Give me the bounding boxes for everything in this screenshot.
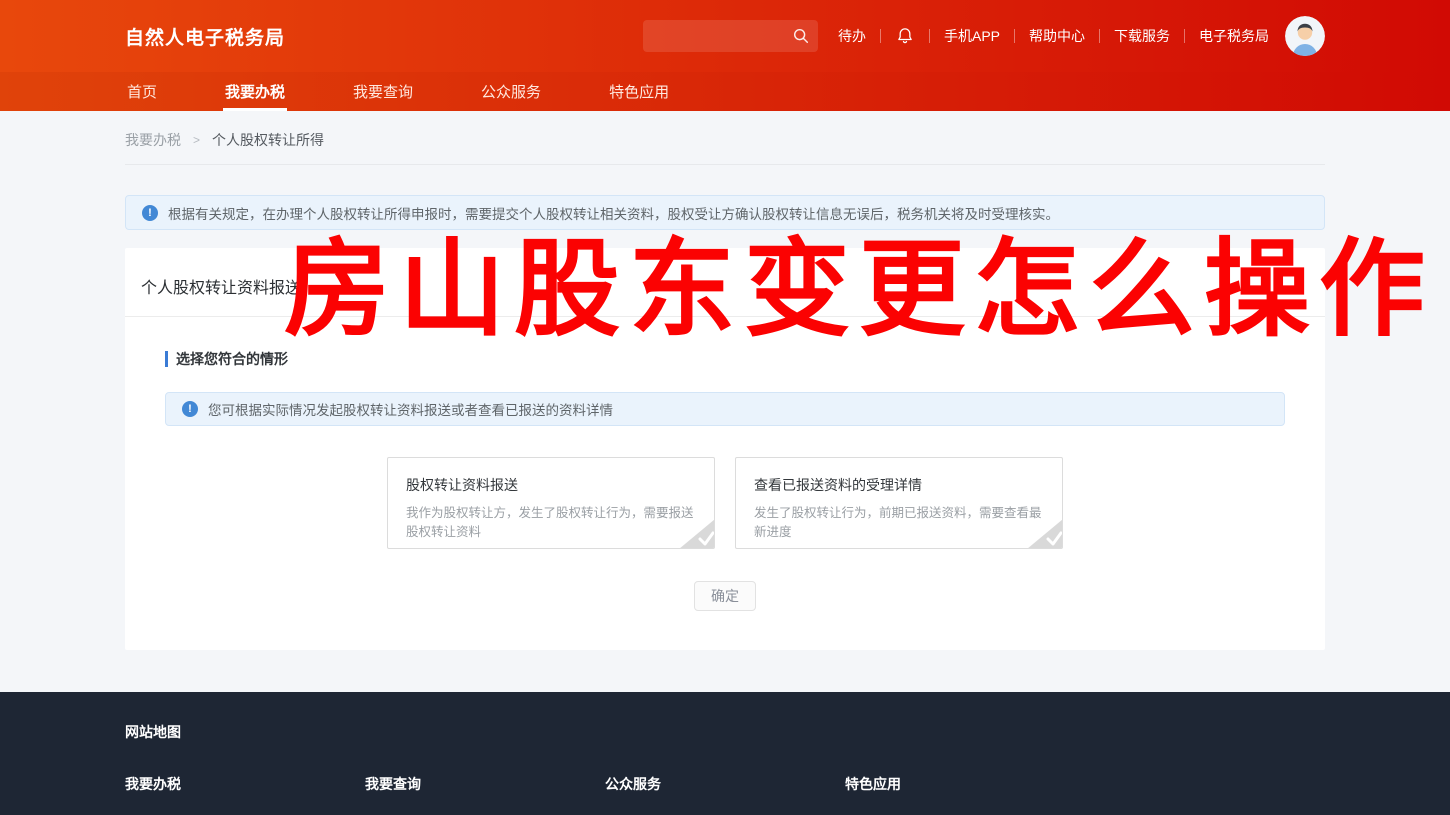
download-service-link[interactable]: 下载服务 <box>1114 26 1170 46</box>
section-label: 选择您符合的情形 <box>165 349 1285 369</box>
option-card-submit[interactable]: 股权转让资料报送 我作为股权转让方，发生了股权转让行为，需要报送股权转让资料 <box>387 457 715 549</box>
notice-banner: ! 根据有关规定，在办理个人股权转让所得申报时，需要提交个人股权转让相关资料，股… <box>125 195 1325 230</box>
content-area: 我要办税 > 个人股权转让所得 ! 根据有关规定，在办理个人股权转让所得申报时，… <box>125 111 1325 650</box>
header: 自然人电子税务局 待办 手机APP 帮助中心 <box>0 0 1450 72</box>
menu-divider <box>1014 29 1015 43</box>
check-icon <box>1027 519 1063 549</box>
menu-divider <box>1099 29 1100 43</box>
footer-column-header[interactable]: 特色应用 <box>845 774 1085 794</box>
bell-icon[interactable] <box>895 26 915 46</box>
footer-column-header[interactable]: 我要办税 <box>125 774 365 794</box>
footer: 网站地图 我要办税 专项附加扣除填报 我要查询 申报信息查询 公众服务 票证查验… <box>0 692 1450 815</box>
tab-tax-handling[interactable]: 我要办税 <box>223 72 287 111</box>
menu-divider <box>929 29 930 43</box>
info-icon: ! <box>182 401 198 417</box>
search-icon[interactable] <box>792 27 810 45</box>
option-card-view-progress[interactable]: 查看已报送资料的受理详情 发生了股权转让行为，前期已报送资料，需要查看最新进度 <box>735 457 1063 549</box>
footer-column: 我要办税 专项附加扣除填报 <box>125 774 365 815</box>
menu-divider <box>880 29 881 43</box>
main-card: 个人股权转让资料报送 选择您符合的情形 ! 您可根据实际情况发起股权转让资料报送… <box>125 248 1325 650</box>
search-box[interactable] <box>643 20 818 52</box>
card-title: 个人股权转让资料报送 <box>141 274 1309 298</box>
tab-home[interactable]: 首页 <box>125 72 159 111</box>
etax-bureau-link[interactable]: 电子税务局 <box>1199 26 1269 46</box>
menu-divider <box>1184 29 1185 43</box>
search-input[interactable] <box>653 29 792 44</box>
breadcrumb: 我要办税 > 个人股权转让所得 <box>125 111 1325 165</box>
tab-public-service[interactable]: 公众服务 <box>479 72 543 111</box>
notice-text: 根据有关规定，在办理个人股权转让所得申报时，需要提交个人股权转让相关资料，股权受… <box>168 203 1059 223</box>
tab-query[interactable]: 我要查询 <box>351 72 415 111</box>
header-menu: 待办 手机APP 帮助中心 下载服务 电子税务局 <box>838 16 1325 56</box>
card-header: 个人股权转让资料报送 <box>125 248 1325 317</box>
mobile-app-link[interactable]: 手机APP <box>944 26 1000 46</box>
section-label-text: 选择您符合的情形 <box>176 349 288 369</box>
footer-column-header[interactable]: 我要查询 <box>365 774 605 794</box>
main-nav: 首页 我要办税 我要查询 公众服务 特色应用 <box>0 72 1450 111</box>
help-center-link[interactable]: 帮助中心 <box>1029 26 1085 46</box>
site-logo[interactable]: 自然人电子税务局 <box>125 23 285 50</box>
check-icon <box>679 519 715 549</box>
inner-notice-banner: ! 您可根据实际情况发起股权转让资料报送或者查看已报送的资料详情 <box>165 392 1285 426</box>
footer-column: 特色应用 <box>845 774 1085 815</box>
option-title: 查看已报送资料的受理详情 <box>754 475 1044 495</box>
footer-column: 我要查询 申报信息查询 <box>365 774 605 815</box>
tab-featured-apps[interactable]: 特色应用 <box>607 72 671 111</box>
option-title: 股权转让资料报送 <box>406 475 696 495</box>
avatar[interactable] <box>1285 16 1325 56</box>
breadcrumb-current: 个人股权转让所得 <box>212 130 324 150</box>
breadcrumb-parent[interactable]: 我要办税 <box>125 130 181 150</box>
option-description: 我作为股权转让方，发生了股权转让行为，需要报送股权转让资料 <box>406 504 696 542</box>
info-icon: ! <box>142 205 158 221</box>
footer-column-header[interactable]: 公众服务 <box>605 774 845 794</box>
option-description: 发生了股权转让行为，前期已报送资料，需要查看最新进度 <box>754 504 1044 542</box>
footer-column: 公众服务 票证查验 <box>605 774 845 815</box>
breadcrumb-separator-icon: > <box>193 133 200 147</box>
options-row: 股权转让资料报送 我作为股权转让方，发生了股权转让行为，需要报送股权转让资料 查… <box>165 457 1285 549</box>
todo-link[interactable]: 待办 <box>838 26 866 46</box>
sitemap-title: 网站地图 <box>125 692 1325 742</box>
confirm-button[interactable]: 确定 <box>694 581 756 611</box>
section-marker <box>165 351 168 367</box>
inner-notice-text: 您可根据实际情况发起股权转让资料报送或者查看已报送的资料详情 <box>208 399 613 419</box>
